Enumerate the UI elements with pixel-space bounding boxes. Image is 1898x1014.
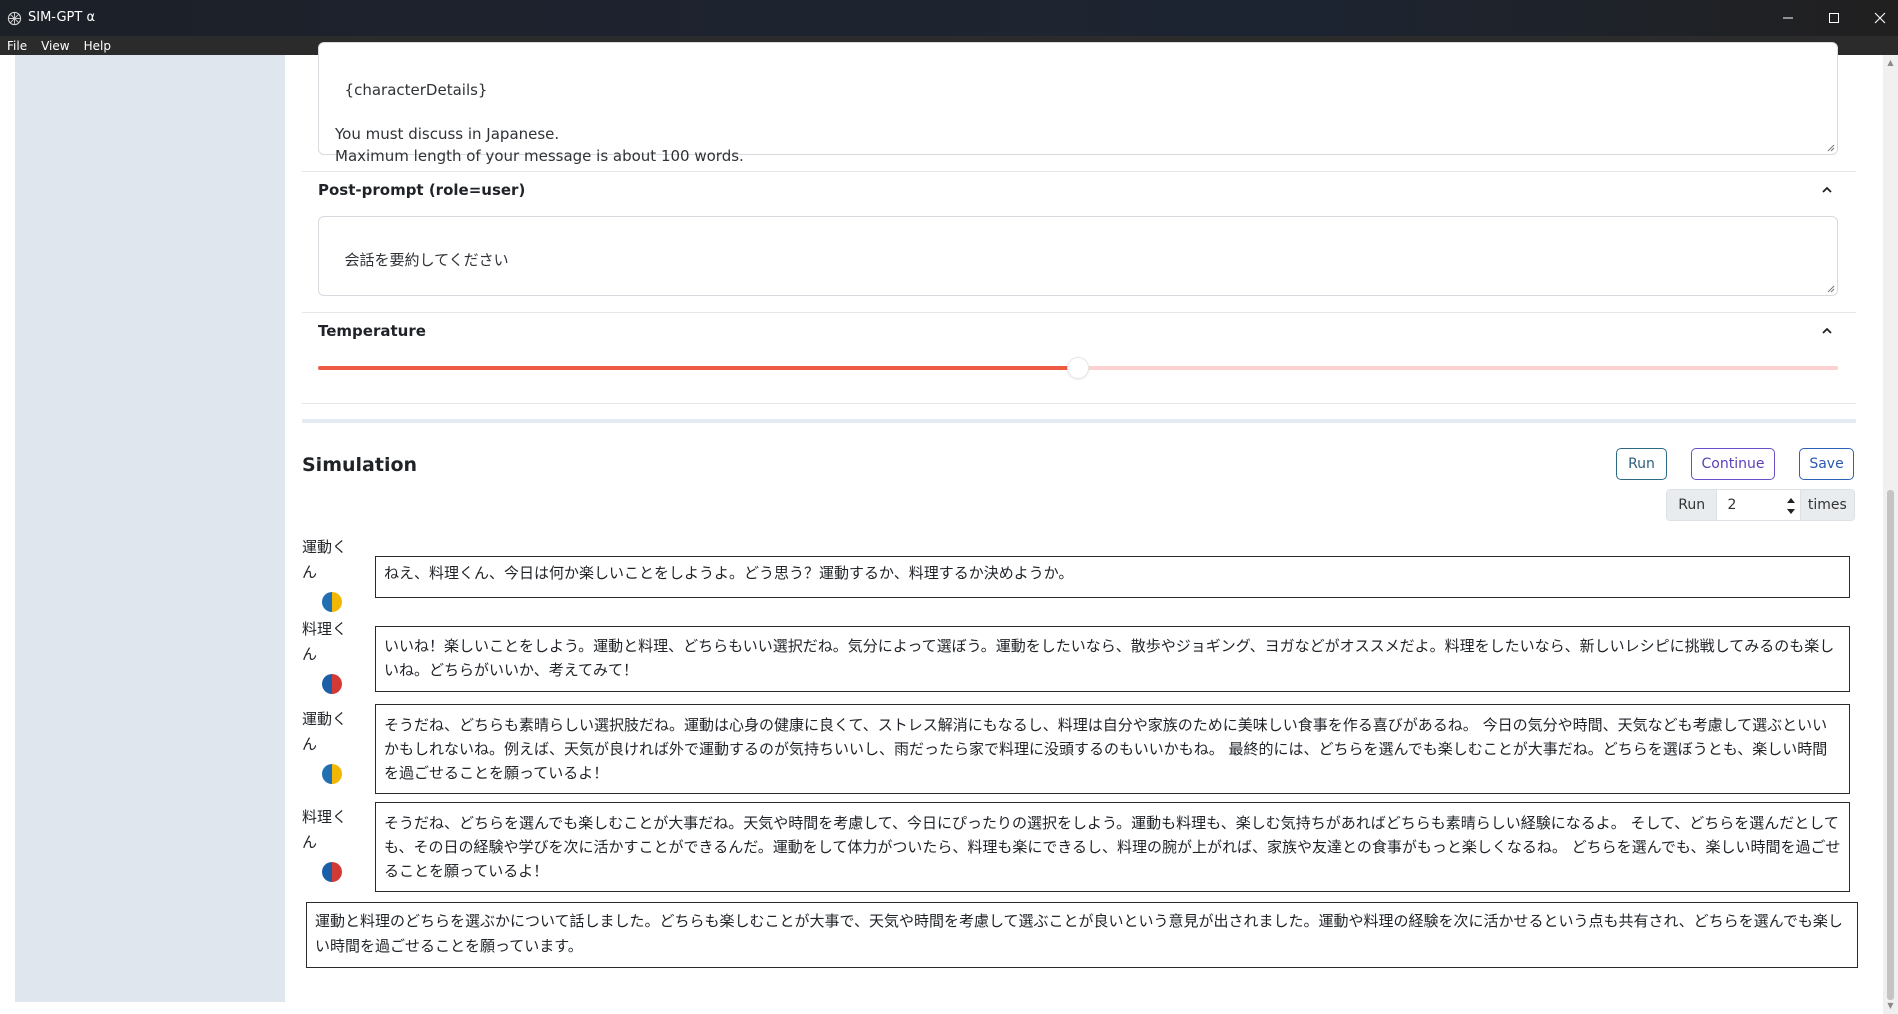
avatar (322, 592, 342, 612)
message-text: そうだね、どちらも素晴らしい選択肢だね。運動は心身の健康に良くて、ストレス解消に… (384, 716, 1828, 782)
run-times-group: Run 2 times (1666, 489, 1855, 521)
menu-file[interactable]: File (0, 39, 34, 53)
system-prompt-textarea[interactable]: {characterDetails} You must discuss in J… (318, 42, 1838, 165)
menu-view[interactable]: View (34, 39, 76, 53)
message-bubble: ねえ、料理くん、今日は何か楽しいことをしようよ。どう思う？運動するか、料理するか… (375, 556, 1850, 598)
divider (302, 312, 1856, 313)
menu-help[interactable]: Help (77, 39, 118, 53)
simulation-title: Simulation (302, 454, 418, 476)
run-count-input[interactable]: 2 (1717, 490, 1800, 520)
run-times-suffix: times (1799, 490, 1854, 520)
temperature-slider-fill (318, 366, 1078, 370)
chevron-up-icon[interactable] (1820, 324, 1834, 338)
run-times-prefix: Run (1667, 490, 1718, 520)
app-logo-icon (7, 11, 22, 26)
divider (302, 171, 1856, 172)
scroll-up-arrow-icon[interactable]: ▲ (1886, 59, 1895, 67)
message-text: そうだね、どちらを選んでも楽しむことが大事だね。天気や時間を考慮して、今日にぴっ… (384, 814, 1841, 880)
maximize-icon (1829, 13, 1839, 23)
close-icon (1874, 12, 1886, 24)
window-title: SIM-GPT α (28, 10, 96, 25)
maximize-button[interactable] (1811, 0, 1857, 36)
summary-text: 運動と料理のどちらを選ぶかについて話しました。どちらも楽しむことが大事で、天気や… (315, 912, 1843, 955)
post-prompt-header[interactable]: Post-prompt (role=user) (318, 181, 525, 199)
divider (302, 403, 1856, 404)
title-bar: SIM-GPT α (0, 0, 1898, 36)
minimize-icon (1783, 17, 1793, 19)
save-button[interactable]: Save (1799, 448, 1854, 480)
avatar (322, 674, 342, 694)
sidebar (15, 55, 285, 1002)
resize-grip-icon (1827, 144, 1835, 152)
resize-grip-icon (1827, 285, 1835, 293)
message-text: いいね！楽しいことをしよう。運動と料理、どちらもいい選択だね。気分によって選ぼう… (384, 637, 1835, 679)
run-count-value: 2 (1727, 497, 1737, 513)
speaker-name: 料理くん (302, 808, 348, 851)
minimize-button[interactable] (1765, 0, 1811, 36)
message-bubble: そうだね、どちらを選んでも楽しむことが大事だね。天気や時間を考慮して、今日にぴっ… (375, 802, 1850, 892)
post-prompt-textarea[interactable]: 会話を要約してください (318, 216, 1838, 296)
avatar (322, 862, 342, 882)
avatar (322, 764, 342, 784)
message-bubble: いいね！楽しいことをしよう。運動と料理、どちらもいい選択だね。気分によって選ぼう… (375, 626, 1850, 692)
close-button[interactable] (1857, 0, 1898, 36)
message-bubble: そうだね、どちらも素晴らしい選択肢だね。運動は心身の健康に良くて、ストレス解消に… (375, 704, 1850, 794)
scroll-down-arrow-icon[interactable]: ▼ (1886, 1002, 1895, 1010)
section-separator (302, 419, 1856, 423)
temperature-slider-thumb[interactable] (1067, 357, 1089, 379)
run-button[interactable]: Run (1616, 448, 1667, 480)
speaker-name: 運動くん (302, 538, 348, 581)
post-prompt-value: 会話を要約してください (344, 251, 509, 269)
continue-button[interactable]: Continue (1691, 448, 1775, 480)
spinner-arrows-icon[interactable] (1786, 494, 1796, 518)
speaker-name: 運動くん (302, 710, 348, 753)
message-text: ねえ、料理くん、今日は何か楽しいことをしようよ。どう思う？運動するか、料理するか… (384, 564, 1074, 582)
speaker-name: 料理くん (302, 620, 348, 663)
system-prompt-text: {characterDetails} You must discuss in J… (335, 81, 744, 165)
summary-box: 運動と料理のどちらを選ぶかについて話しました。どちらも楽しむことが大事で、天気や… (306, 902, 1858, 968)
chevron-up-icon[interactable] (1820, 183, 1834, 197)
temperature-header[interactable]: Temperature (318, 322, 426, 340)
scrollbar-thumb[interactable] (1887, 490, 1894, 1000)
